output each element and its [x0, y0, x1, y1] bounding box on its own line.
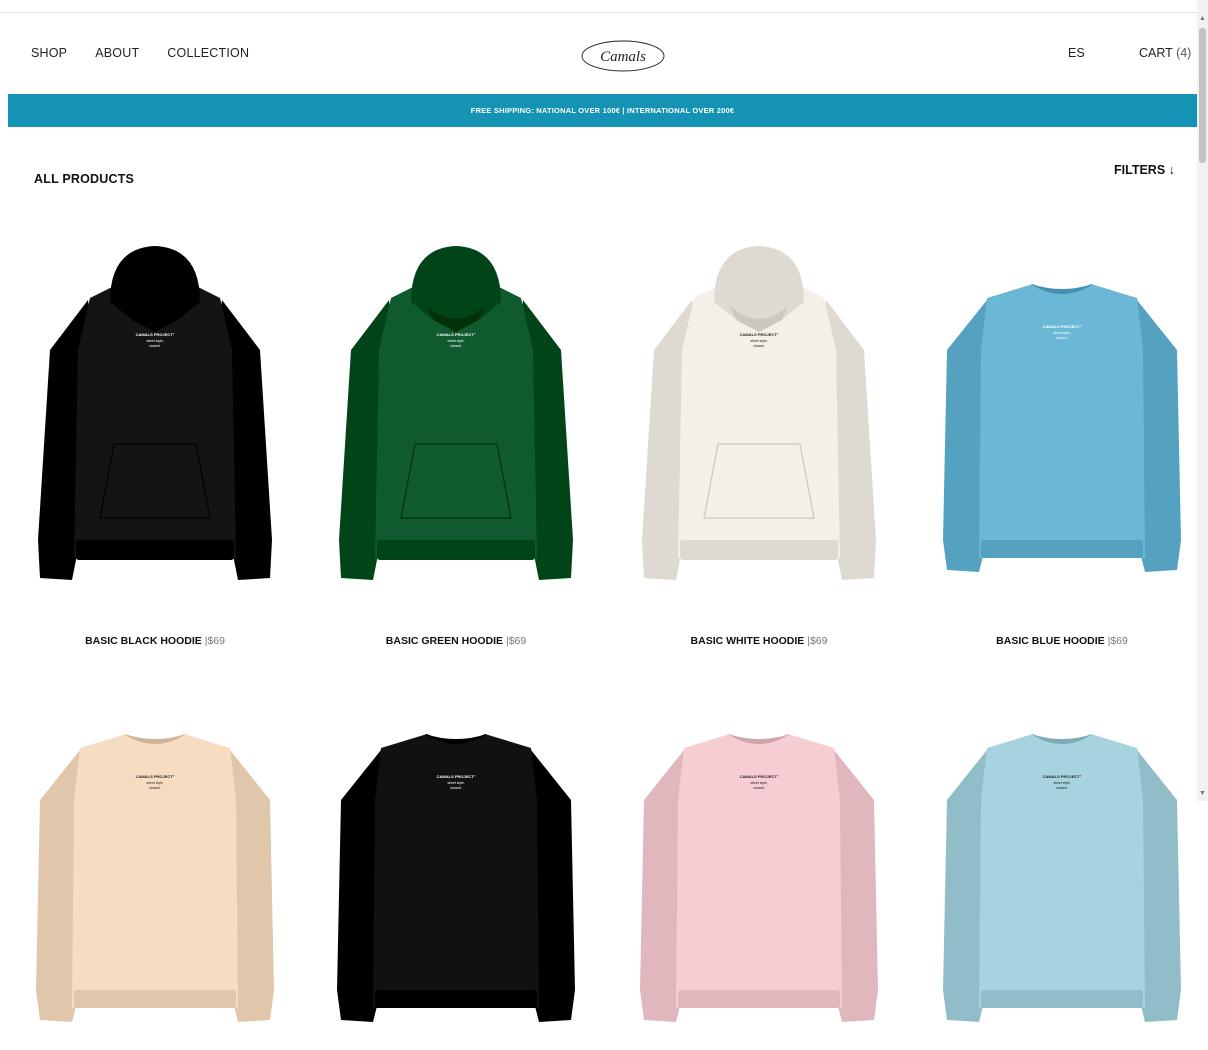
sweater-hem [981, 540, 1143, 558]
product-price: |$69 [505, 635, 527, 647]
chest-print-line: slowed. [753, 344, 765, 348]
sweater-hem [981, 990, 1143, 1008]
chest-print-brand: CAMALS PROJECT° [740, 332, 779, 337]
product-name: BASIC WHITE HOODIE [690, 635, 805, 647]
cart-label: CART [1139, 46, 1173, 60]
hoodie-hem [76, 540, 234, 560]
chest-print-line: slowed. [450, 786, 462, 790]
camals-logo[interactable]: Camals [580, 37, 666, 75]
sweater-hem [678, 990, 840, 1008]
product-image[interactable]: CAMALS PROJECT° street style,slowed. [10, 240, 300, 600]
product-price: |$69 [204, 635, 225, 647]
chest-print-brand: CAMALS PROJECT° [136, 774, 175, 779]
product-price: |$69 [1107, 635, 1128, 647]
product-caption: BASIC BLUE HOODIE |$69 [917, 635, 1207, 647]
language-switch[interactable]: ES [1068, 46, 1085, 60]
chest-print-brand: CAMALS PROJECT° [1043, 774, 1082, 779]
chest-print-line: street style, [1053, 781, 1070, 785]
page-title: ALL PRODUCTS [34, 172, 135, 186]
chest-print-line: street style, [146, 781, 163, 785]
product-caption: BASIC BLACK HOODIE |$69 [10, 635, 300, 647]
chest-print-line: street style, [1053, 331, 1070, 335]
product-caption: BASIC WHITE HOODIE |$69 [614, 635, 904, 647]
hoodie-hem [377, 540, 535, 560]
product-image[interactable]: CAMALS PROJECT° street style,slowed. [311, 690, 601, 1050]
chest-print-line: slowed. [450, 344, 462, 348]
product-image[interactable]: CAMALS PROJECT° street style,slowed. [917, 240, 1207, 600]
scroll-up-arrow-icon[interactable]: ▲ [1198, 14, 1207, 24]
product-name: BASIC GREEN HOODIE [385, 635, 504, 647]
chest-print-brand: CAMALS PROJECT° [437, 332, 476, 337]
chest-print-line: street style, [750, 339, 767, 343]
chest-print-brand: CAMALS PROJECT° [136, 332, 175, 337]
cart-link[interactable]: CART (4) [1139, 46, 1191, 60]
sweater-hem [74, 990, 236, 1008]
chest-print-brand: CAMALS PROJECT° [740, 774, 779, 779]
scroll-thumb[interactable] [1199, 28, 1206, 163]
nav-collection[interactable]: COLLECTION [167, 46, 249, 60]
chest-print-line: street style, [146, 339, 163, 343]
product-image[interactable]: CAMALS PROJECT° street style,slowed. [614, 690, 904, 1050]
shipping-banner-text: FREE SHIPPING: NATIONAL OVER 100€ | INTE… [470, 106, 735, 115]
chest-print-line: slowed. [1056, 786, 1068, 790]
product-image[interactable]: CAMALS PROJECT° street style,slowed. [10, 690, 300, 1050]
site-header: SHOP ABOUT COLLECTION Camals ES CART (4) [0, 13, 1197, 94]
chest-print-line: street style, [750, 781, 767, 785]
chest-print-brand: CAMALS PROJECT° [1043, 324, 1082, 329]
main-nav: SHOP ABOUT COLLECTION [31, 46, 249, 60]
hoodie-hem [680, 540, 838, 560]
scroll-down-arrow-icon[interactable]: ▼ [1198, 789, 1207, 799]
svg-text:Camals: Camals [600, 49, 646, 65]
product-caption: BASIC GREEN HOODIE |$69 [311, 635, 601, 647]
product-price: |$69 [807, 635, 828, 647]
chest-print-line: slowed. [1056, 336, 1068, 340]
chest-print-line: slowed. [149, 786, 161, 790]
chest-print-brand: CAMALS PROJECT° [437, 774, 476, 779]
cart-count: (4) [1176, 46, 1192, 60]
product-name: BASIC BLUE HOODIE [996, 635, 1105, 647]
chest-print-line: slowed. [753, 786, 765, 790]
chest-print-line: street style, [447, 339, 464, 343]
page-scrollbar[interactable]: ▲ ▼ [1197, 0, 1208, 801]
chest-print-line: slowed. [149, 344, 161, 348]
nav-about[interactable]: ABOUT [95, 46, 139, 60]
product-name: BASIC BLACK HOODIE [85, 635, 202, 647]
sweater-hem [375, 990, 537, 1008]
chest-print-line: street style, [447, 781, 464, 785]
filters-button[interactable]: FILTERS ↓ [1114, 163, 1175, 177]
shipping-banner: FREE SHIPPING: NATIONAL OVER 100€ | INTE… [8, 94, 1197, 127]
nav-shop[interactable]: SHOP [31, 46, 67, 60]
product-image[interactable]: CAMALS PROJECT° street style,slowed. [917, 690, 1207, 1050]
product-image[interactable]: CAMALS PROJECT° street style,slowed. [311, 240, 601, 600]
product-image[interactable]: CAMALS PROJECT° street style,slowed. [614, 240, 904, 600]
